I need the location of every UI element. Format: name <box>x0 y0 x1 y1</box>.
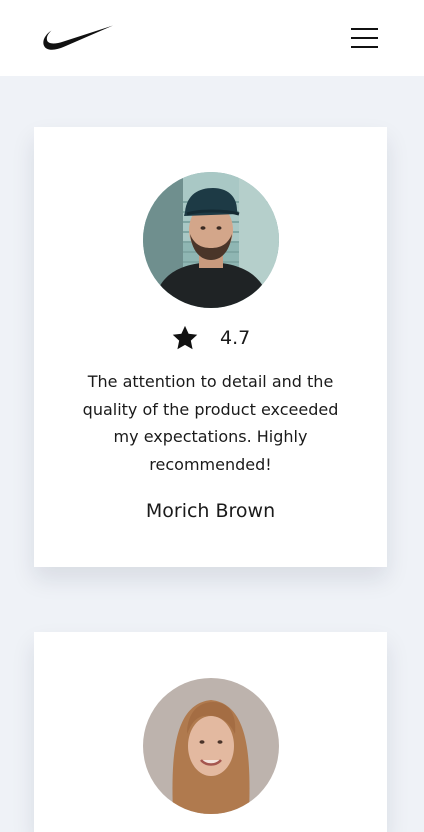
avatar-photo-man <box>143 172 279 308</box>
reviewer-avatar <box>143 172 279 308</box>
rating-row: 4.7 <box>34 324 387 354</box>
reviewer-avatar <box>143 678 279 814</box>
menu-bar-line <box>351 37 378 39</box>
testimonial-card: 4.7 The attention to detail and the qual… <box>34 127 387 567</box>
testimonial-quote: The attention to detail and the quality … <box>82 372 339 474</box>
swoosh-icon <box>43 25 113 50</box>
site-header <box>0 0 424 76</box>
brand-logo-icon[interactable] <box>42 24 114 52</box>
menu-bar-line <box>351 46 378 48</box>
menu-bar-line <box>351 28 378 30</box>
star-icon <box>172 325 198 350</box>
reviewer-name: Morich Brown <box>145 500 276 522</box>
hamburger-menu-button[interactable] <box>344 22 384 54</box>
rating-value: 4.7 <box>220 327 251 349</box>
avatar-photo-woman <box>143 678 279 814</box>
testimonial-card <box>34 632 387 832</box>
